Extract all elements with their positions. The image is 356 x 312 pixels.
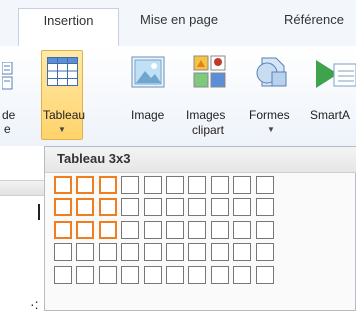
shapes-icon[interactable]	[254, 56, 290, 95]
grid-cell[interactable]	[255, 220, 274, 239]
grid-cell[interactable]	[165, 265, 184, 284]
grid-cell[interactable]	[188, 176, 207, 194]
grid-cell[interactable]	[143, 198, 162, 217]
ruler	[0, 180, 44, 196]
grid-cell[interactable]	[233, 176, 252, 194]
grid-cell[interactable]	[165, 176, 184, 194]
grid-cell[interactable]	[255, 176, 274, 194]
tab-insertion-label: Insertion	[43, 13, 94, 28]
grid-cell[interactable]	[210, 176, 229, 194]
image-label: Image	[131, 108, 165, 122]
grid-cell[interactable]	[76, 243, 95, 262]
grid-cell[interactable]	[233, 265, 252, 284]
images-clipart-label-2: clipart	[192, 123, 225, 137]
grid-cell[interactable]	[188, 243, 207, 262]
dropdown-title: Tableau 3x3	[57, 151, 131, 166]
grid-cell[interactable]	[255, 265, 274, 284]
grid-cell[interactable]	[76, 220, 95, 239]
text-cursor	[38, 204, 40, 220]
grid-cell[interactable]	[98, 243, 117, 262]
grid-cell[interactable]	[165, 243, 184, 262]
grid-cell[interactable]	[76, 198, 95, 217]
tab-references[interactable]: Référence	[284, 12, 344, 27]
chevron-down-icon: ▼	[58, 125, 66, 134]
grid-cell[interactable]	[98, 198, 117, 217]
grid-cell[interactable]	[121, 265, 140, 284]
grid-cell[interactable]	[76, 176, 95, 194]
grid-cell[interactable]	[98, 176, 117, 194]
grid-cell[interactable]	[188, 198, 207, 217]
image-icon[interactable]	[131, 56, 165, 93]
grid-cell[interactable]	[210, 198, 229, 217]
formes-label: Formes	[249, 108, 290, 122]
document-area	[0, 146, 44, 311]
grid-cell[interactable]	[54, 220, 72, 239]
tab-insertion[interactable]: Insertion	[18, 8, 119, 47]
partial-page-icon[interactable]	[1, 61, 14, 92]
chevron-down-icon: ▼	[267, 125, 275, 134]
partial-button-label-bottom: e	[4, 122, 11, 136]
tableau-label: Tableau	[43, 108, 86, 122]
grid-cell[interactable]	[210, 243, 229, 262]
grid-cell[interactable]	[143, 265, 162, 284]
grid-cell[interactable]	[165, 198, 184, 217]
grid-cell[interactable]	[54, 243, 72, 262]
grid-cell[interactable]	[98, 265, 117, 284]
grid-cell[interactable]	[233, 198, 252, 217]
grid-cell[interactable]	[121, 198, 140, 217]
images-clipart-label-1: Images	[186, 108, 226, 122]
grid-cell[interactable]	[255, 198, 274, 217]
smartart-label: SmartA	[310, 108, 351, 122]
grid-cell[interactable]	[143, 243, 162, 262]
grid-cell[interactable]	[255, 243, 274, 262]
grid-cell[interactable]	[233, 220, 252, 239]
table-size-grid[interactable]	[54, 176, 274, 284]
grid-cell[interactable]	[54, 176, 72, 194]
clipart-icon[interactable]	[193, 55, 227, 94]
grid-cell[interactable]	[76, 265, 95, 284]
grid-cell[interactable]	[143, 220, 162, 239]
grid-cell[interactable]	[121, 220, 140, 239]
grid-cell[interactable]	[98, 220, 117, 239]
grid-cell[interactable]	[143, 176, 162, 194]
grid-cell[interactable]	[54, 265, 72, 284]
tab-mise-en-page[interactable]: Mise en page	[140, 12, 218, 27]
grid-cell[interactable]	[188, 265, 207, 284]
grid-cell[interactable]	[121, 176, 140, 194]
document-dots: ·:	[30, 296, 39, 312]
grid-cell[interactable]	[210, 265, 229, 284]
grid-cell[interactable]	[54, 198, 72, 217]
grid-cell[interactable]	[165, 220, 184, 239]
grid-cell[interactable]	[121, 243, 140, 262]
table-icon	[47, 57, 79, 92]
grid-cell[interactable]	[210, 220, 229, 239]
grid-cell[interactable]	[233, 243, 252, 262]
partial-button-label-top: de	[2, 108, 16, 122]
smartart-icon[interactable]	[314, 58, 356, 95]
grid-cell[interactable]	[188, 220, 207, 239]
